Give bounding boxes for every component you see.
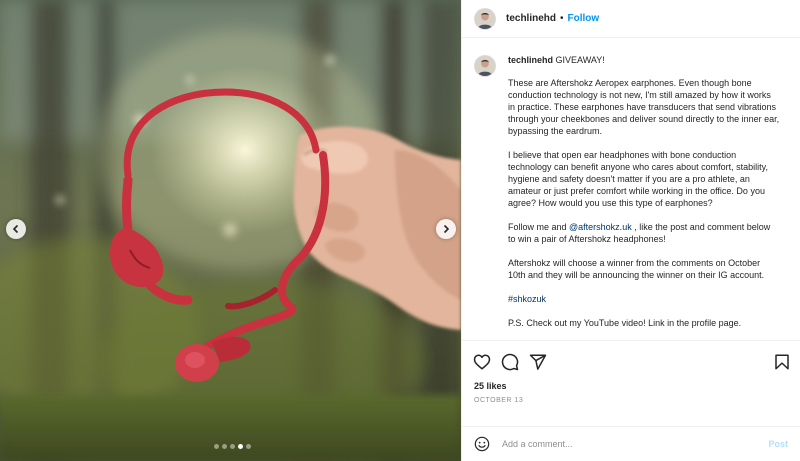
comment-input[interactable] [502,439,769,449]
post-media [0,0,461,461]
instagram-post: techlinehd • Follow techlinehd GIVEAWAY!… [0,0,800,461]
chevron-right-icon [443,224,450,234]
header-separator: • [560,13,564,24]
post-sidebar: techlinehd • Follow techlinehd GIVEAWAY!… [461,0,800,461]
carousel-indicator [214,444,251,449]
post-date[interactable]: OCTOBER 13 [474,397,523,404]
emoji-icon[interactable] [474,436,490,452]
carousel-dot [246,444,251,449]
carousel-dot [222,444,227,449]
action-bar [473,353,547,371]
carousel-dot [214,444,219,449]
caption-intro-text: GIVEAWAY! [555,55,605,65]
chevron-left-icon [12,224,19,234]
mention-link[interactable]: @aftershokz.uk [569,222,632,232]
post-header: techlinehd • Follow [462,0,800,38]
caption-paragraph: Aftershokz will choose a winner from the… [508,258,765,280]
carousel-next-button[interactable] [436,219,456,239]
avatar[interactable] [474,7,496,30]
post-caption: techlinehd GIVEAWAY! These are Aftershok… [474,54,788,340]
caption-avatar[interactable] [474,55,496,77]
add-comment-bar: Post [462,426,800,461]
heart-icon[interactable] [473,353,491,371]
post-photo [0,0,461,461]
follow-button[interactable]: Follow [568,13,600,24]
share-icon[interactable] [529,353,547,371]
caption-paragraph: I believe that open ear headphones with … [508,150,768,208]
hashtag-link[interactable]: #shkozuk [508,294,546,304]
caption-username[interactable]: techlinehd [508,55,553,65]
carousel-dot [230,444,235,449]
avatar-image [475,56,495,76]
header-username[interactable]: techlinehd [506,13,556,24]
caption-paragraph: These are Aftershokz Aeropex earphones. … [508,78,780,136]
carousel-dot [238,444,243,449]
caption-follow-paragraph: Follow me and @aftershokz.uk , like the … [508,221,780,245]
carousel-prev-button[interactable] [6,219,26,239]
avatar-image [475,8,495,29]
bookmark-icon[interactable] [773,353,791,371]
caption-text: techlinehd GIVEAWAY! These are Aftershok… [508,54,780,340]
post-comment-button[interactable]: Post [768,439,788,449]
comments-section: techlinehd GIVEAWAY! These are Aftershok… [462,38,800,340]
likes-count[interactable]: 25 likes [474,381,507,391]
caption-paragraph: P.S. Check out my YouTube video! Link in… [508,318,742,328]
caption-hashtag-paragraph: #shkozuk [508,293,780,305]
caption-intro: techlinehd GIVEAWAY! [508,54,780,66]
post-actions: 25 likes OCTOBER 13 [462,340,800,426]
caption-follow-before: Follow me and [508,222,570,232]
comment-icon[interactable] [501,353,519,371]
